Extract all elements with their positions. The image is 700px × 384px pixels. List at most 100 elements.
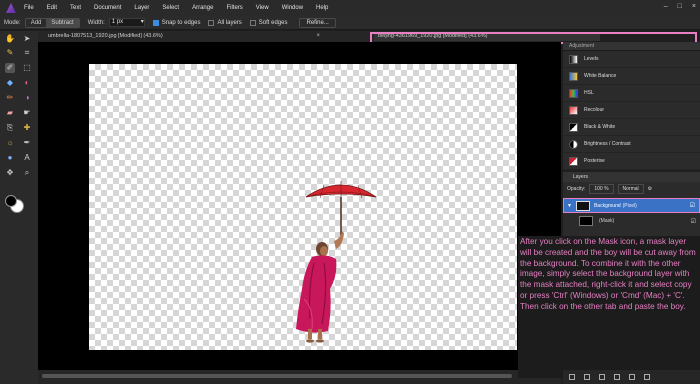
adjustment-brightness-contrast[interactable]: Brightness / Contrast [563,136,700,153]
mask-layer-icon[interactable] [569,374,575,380]
tab-title: beijing-4361969_1920.jpg [Modified] (43.… [378,33,488,39]
adjustment-recolour[interactable]: Recolour [563,102,700,119]
paint-brush-icon[interactable]: ✏ [5,93,15,103]
scrollbar-thumb[interactable] [42,374,512,378]
menu-filters[interactable]: Filters [226,5,242,11]
adjustment-white-balance[interactable]: White Balance [563,68,700,85]
healing-tool-icon[interactable]: ✚ [22,123,32,133]
zoom-tool-icon[interactable]: ⌕ [22,168,32,178]
opacity-field[interactable]: 100 % [589,184,614,194]
adjustment-hsl[interactable]: HSL [563,85,700,102]
blend-mode-select[interactable]: Normal [617,184,644,194]
menu-document[interactable]: Document [94,5,121,11]
visibility-checkbox-icon[interactable]: ☑ [691,218,696,225]
crop-tool-icon[interactable]: ⌗ [22,48,32,58]
layer-name: Background [593,202,621,209]
horizontal-scrollbar[interactable] [38,370,561,384]
adjustment-panel-header[interactable]: Adjustment [563,42,700,51]
adjustment-posterise[interactable]: Posterise [563,153,700,170]
document-canvas[interactable] [89,64,517,350]
maximize-icon[interactable]: □ [678,3,682,10]
close-icon[interactable]: × [692,3,696,10]
snap-to-edges-checkbox[interactable]: Snap to edges [152,19,201,26]
view-tool-icon[interactable]: ✥ [5,168,15,178]
visibility-checkbox-icon[interactable]: ☑ [690,202,695,209]
gear-icon[interactable]: ⚙ [648,186,652,192]
menu-view[interactable]: View [256,5,269,11]
layers-panel-header[interactable]: Layers [563,172,700,182]
menu-text[interactable]: Text [70,5,81,11]
layer-row-mask[interactable]: (Mask) ☑ [563,214,700,228]
move-tool-icon[interactable]: ➤ [22,34,32,44]
smudge-tool-icon[interactable]: ☛ [22,108,32,118]
canvas-area[interactable] [38,42,561,370]
all-layers-checkbox[interactable]: All layers [208,19,242,26]
selection-brush-icon[interactable]: ✐ [5,63,15,73]
width-field[interactable]: 1 px ▾ [108,18,145,27]
mode-label: Mode: [4,19,21,26]
brightness-contrast-icon [569,139,578,149]
menu-bar: File Edit Text Document Layer Select Arr… [0,0,700,16]
foreground-color-swatch[interactable] [5,195,17,207]
context-toolbar: Mode: Add Subtract Width: 1 px ▾ Snap to… [0,16,700,30]
text-tool-icon[interactable]: A [22,153,32,163]
refine-button[interactable]: Refine... [299,17,336,28]
layer-row-background[interactable]: ▼ Background (Pixel) ☑ [563,198,700,213]
adjustment-label: Brightness / Contrast [584,141,631,147]
minimize-icon[interactable]: – [664,3,668,10]
adjustment-label: White Balance [584,73,617,79]
adjustment-black-white[interactable]: Black & White [563,119,700,136]
pen-tool-icon[interactable]: ✒ [22,138,32,148]
dodge-tool-icon[interactable]: ◑ [22,93,32,103]
snap-to-edges-label: Snap to edges [161,19,201,26]
tab-title: umbrella-1807513_1920.jpg [Modified] (43… [48,33,163,39]
menu-window[interactable]: Window [282,5,303,11]
fx-icon[interactable] [599,374,605,380]
adjustment-label: Levels [584,56,599,62]
hand-tool-icon[interactable]: ✋ [5,34,15,44]
fill-tool-icon[interactable]: ◆ [5,78,15,88]
posterise-icon [569,156,578,166]
all-layers-label: All layers [217,19,242,26]
tutorial-annotation: After you click on the Mask icon, a mask… [520,237,696,311]
close-tab-icon[interactable]: × [316,32,320,41]
opacity-label: Opacity: [567,186,586,192]
adjustment-label: Recolour [584,107,605,113]
panel-bottom-bar [563,370,700,384]
shape-tool-icon[interactable]: ● [5,153,15,163]
red-eye-tool-icon[interactable]: ☼ [5,138,15,148]
mode-add-button[interactable]: Add [26,19,47,27]
add-layer-icon[interactable] [629,374,635,380]
width-value: 1 px [111,19,124,25]
adjustment-layer-icon[interactable] [584,374,590,380]
clone-tool-icon[interactable]: ⎘ [5,123,15,133]
boy-with-umbrella-image [296,181,377,343]
new-group-icon[interactable] [614,374,620,380]
menu-help[interactable]: Help [316,5,328,11]
adjustment-label: Posterise [584,158,605,164]
layers-panel: Layers Opacity: 100 % Normal ⚙ ▼ Backgro… [563,172,700,240]
expand-arrow-icon[interactable]: ▼ [567,203,572,209]
delete-layer-icon[interactable] [644,374,650,380]
adjustment-levels[interactable]: Levels [563,51,700,68]
soft-edges-checkbox[interactable]: Soft edges [249,19,287,26]
tab-beijing[interactable]: beijing-4361969_1920.jpg [Modified] (43.… [374,32,600,41]
tab-umbrella[interactable]: umbrella-1807513_1920.jpg [Modified] (43… [44,32,324,41]
marquee-tool-icon[interactable]: ⬚ [22,63,32,73]
menu-select[interactable]: Select [162,5,179,11]
layer-options: Opacity: 100 % Normal ⚙ [563,182,700,196]
hsl-icon [569,88,578,98]
menu-layer[interactable]: Layer [134,5,149,11]
menu-edit[interactable]: Edit [47,5,57,11]
menu-file[interactable]: File [24,5,34,11]
checkbox-icon [208,19,215,26]
eraser-tool-icon[interactable]: ▰ [5,108,15,118]
document-tabs: umbrella-1807513_1920.jpg [Modified] (43… [38,31,600,42]
gradient-tool-icon[interactable]: ◐ [22,78,32,88]
menu-arrange[interactable]: Arrange [192,5,213,11]
color-picker-icon[interactable]: ✎ [5,48,15,58]
mode-subtract-button[interactable]: Subtract [46,18,79,27]
mode-segment: Add Subtract [24,17,80,28]
levels-icon [569,54,578,64]
width-dropdown-icon[interactable]: ▾ [141,19,144,26]
